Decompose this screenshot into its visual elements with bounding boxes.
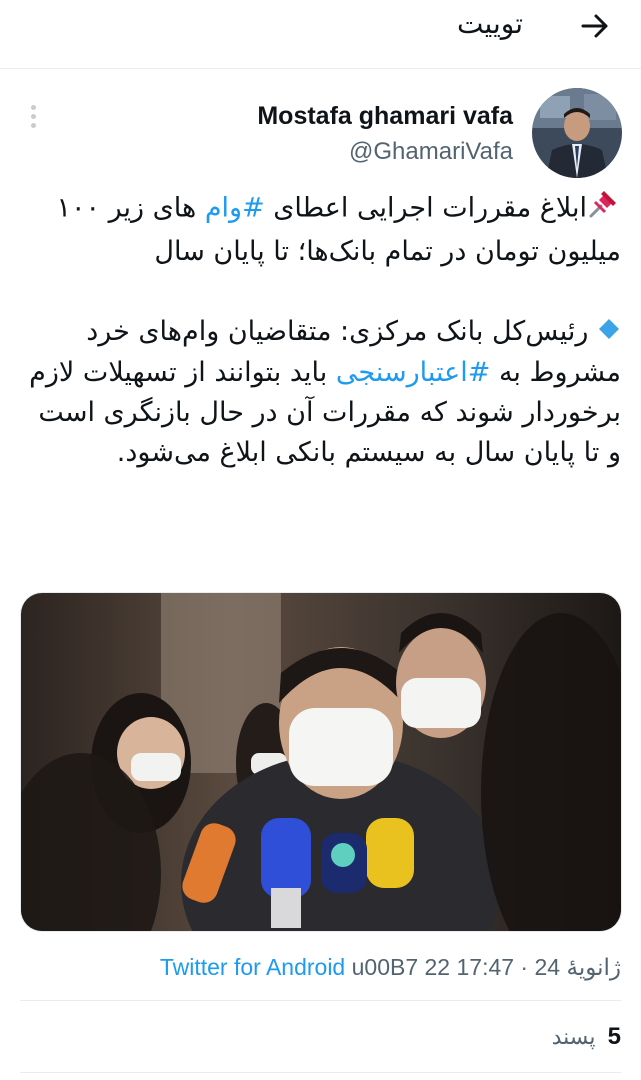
likes-stat[interactable]: 5 پسند bbox=[552, 1020, 621, 1054]
tweet-photo[interactable] bbox=[20, 592, 622, 932]
more-options-button[interactable] bbox=[22, 100, 44, 132]
divider bbox=[20, 1000, 621, 1001]
divider bbox=[20, 1072, 621, 1073]
press-photo-image bbox=[21, 593, 621, 931]
back-button[interactable] bbox=[577, 8, 613, 44]
arrow-right-icon bbox=[581, 14, 608, 38]
avatar[interactable] bbox=[532, 88, 622, 178]
tweet-paragraph-2: رئیس‌کل بانک مرکزی: متقاضیان وام‌های خرد… bbox=[24, 312, 621, 473]
tweet-source-link[interactable]: Twitter for Android bbox=[160, 954, 345, 980]
tweet-text: ابلاغ مقررات اجرایی اعطای #وام های زیر ۱… bbox=[24, 186, 621, 473]
tweet-paragraph-1: ابلاغ مقررات اجرایی اعطای #وام های زیر ۱… bbox=[24, 186, 621, 272]
likes-label: پسند bbox=[551, 1024, 596, 1049]
author-handle[interactable]: @GhamariVafa bbox=[349, 136, 513, 168]
page-title: توییت bbox=[457, 7, 523, 40]
hashtag-vam[interactable]: #وام bbox=[205, 193, 265, 224]
hashtag-credit-scoring[interactable]: #اعتبارسنجی bbox=[336, 357, 491, 388]
pushpin-icon bbox=[587, 186, 621, 232]
author-name[interactable]: Mostafa ghamari vafa bbox=[257, 100, 513, 132]
likes-count: 5 bbox=[607, 1023, 621, 1050]
tweet-meta: Twitter for Android u00B7 22 ژانویهٔ 24 … bbox=[160, 950, 621, 984]
tweet-time: · 17:47 bbox=[456, 954, 529, 980]
top-bar: توییت bbox=[0, 0, 641, 69]
more-vertical-icon bbox=[30, 104, 36, 110]
avatar-image bbox=[532, 88, 622, 178]
blue-diamond-icon bbox=[597, 313, 621, 353]
tweet-text-line1-pre: ابلاغ مقررات اجرایی اعطای bbox=[264, 192, 587, 224]
